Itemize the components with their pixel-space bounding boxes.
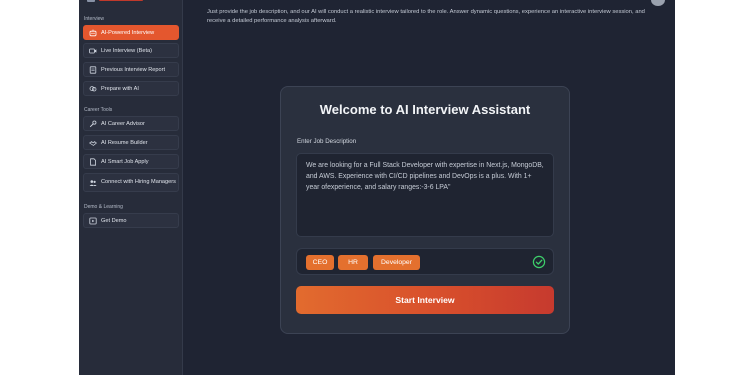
page-description: Just provide the job description, and ou… [207, 9, 645, 24]
sidebar-item-career-advisor[interactable]: AI Career Advisor [83, 116, 179, 131]
sidebar-item-label: Prepare with AI [101, 85, 139, 92]
job-description-input[interactable]: We are looking for a Full Stack Develope… [296, 153, 554, 237]
sidebar-item-get-demo[interactable]: Get Demo [83, 213, 179, 228]
role-chip-hr[interactable]: HR [338, 255, 368, 270]
sidebar-item-connect-hiring-managers[interactable]: Connect with Hiring Managers [83, 173, 179, 192]
sidebar-item-label: AI Resume Builder [101, 139, 148, 146]
ai-robot-icon [88, 28, 97, 37]
sidebar-item-label: Live Interview (Beta) [101, 47, 152, 54]
document-icon [88, 157, 97, 166]
role-chip-developer[interactable]: Developer [373, 255, 420, 270]
sidebar-section-interview: Interview [84, 16, 105, 22]
avatar[interactable] [651, 0, 665, 6]
wrench-icon [88, 119, 97, 128]
report-icon [88, 65, 97, 74]
sidebar-item-previous-report[interactable]: Previous Interview Report [83, 62, 179, 77]
sidebar-item-label: Get Demo [101, 217, 127, 224]
play-icon [88, 216, 97, 225]
main-content: Just provide the job description, and ou… [183, 0, 675, 375]
sidebar-item-label: Previous Interview Report [101, 66, 166, 73]
users-icon [88, 178, 97, 187]
role-chip-ceo[interactable]: CEO [306, 255, 334, 270]
page-title [186, 0, 366, 4]
role-selector: CEO HR Developer [296, 248, 554, 275]
sidebar-item-label: AI Career Advisor [101, 120, 145, 127]
sidebar-section-career-tools: Career Tools [84, 107, 113, 113]
handshake-icon [88, 138, 97, 147]
sidebar-item-prepare-with-ai[interactable]: Prepare with AI [83, 81, 179, 96]
interview-card: Welcome to AI Interview Assistant Enter … [280, 86, 570, 334]
app-window: Interview AI-Powered Interview Live Inte… [79, 0, 675, 375]
start-interview-button[interactable]: Start Interview [296, 286, 554, 314]
sidebar-item-label: AI-Powered Interview [101, 29, 155, 36]
sidebar-item-ai-powered-interview[interactable]: AI-Powered Interview [83, 25, 179, 40]
sidebar-item-label: Connect with Hiring Managers [101, 179, 176, 186]
sidebar-item-label: AI Smart Job Apply [101, 158, 149, 165]
check-circle-icon [532, 255, 546, 269]
video-icon [88, 46, 97, 55]
card-title: Welcome to AI Interview Assistant [319, 102, 531, 117]
sidebar-item-resume-builder[interactable]: AI Resume Builder [83, 135, 179, 150]
sidebar-item-smart-job-apply[interactable]: AI Smart Job Apply [83, 154, 179, 169]
sidebar: Interview AI-Powered Interview Live Inte… [79, 0, 183, 375]
sidebar-section-demo-learning: Demo & Learning [84, 204, 123, 210]
logo [87, 0, 147, 4]
job-description-label: Enter Job Description [297, 138, 357, 145]
sidebar-item-live-interview[interactable]: Live Interview (Beta) [83, 43, 179, 58]
brain-icon [88, 84, 97, 93]
